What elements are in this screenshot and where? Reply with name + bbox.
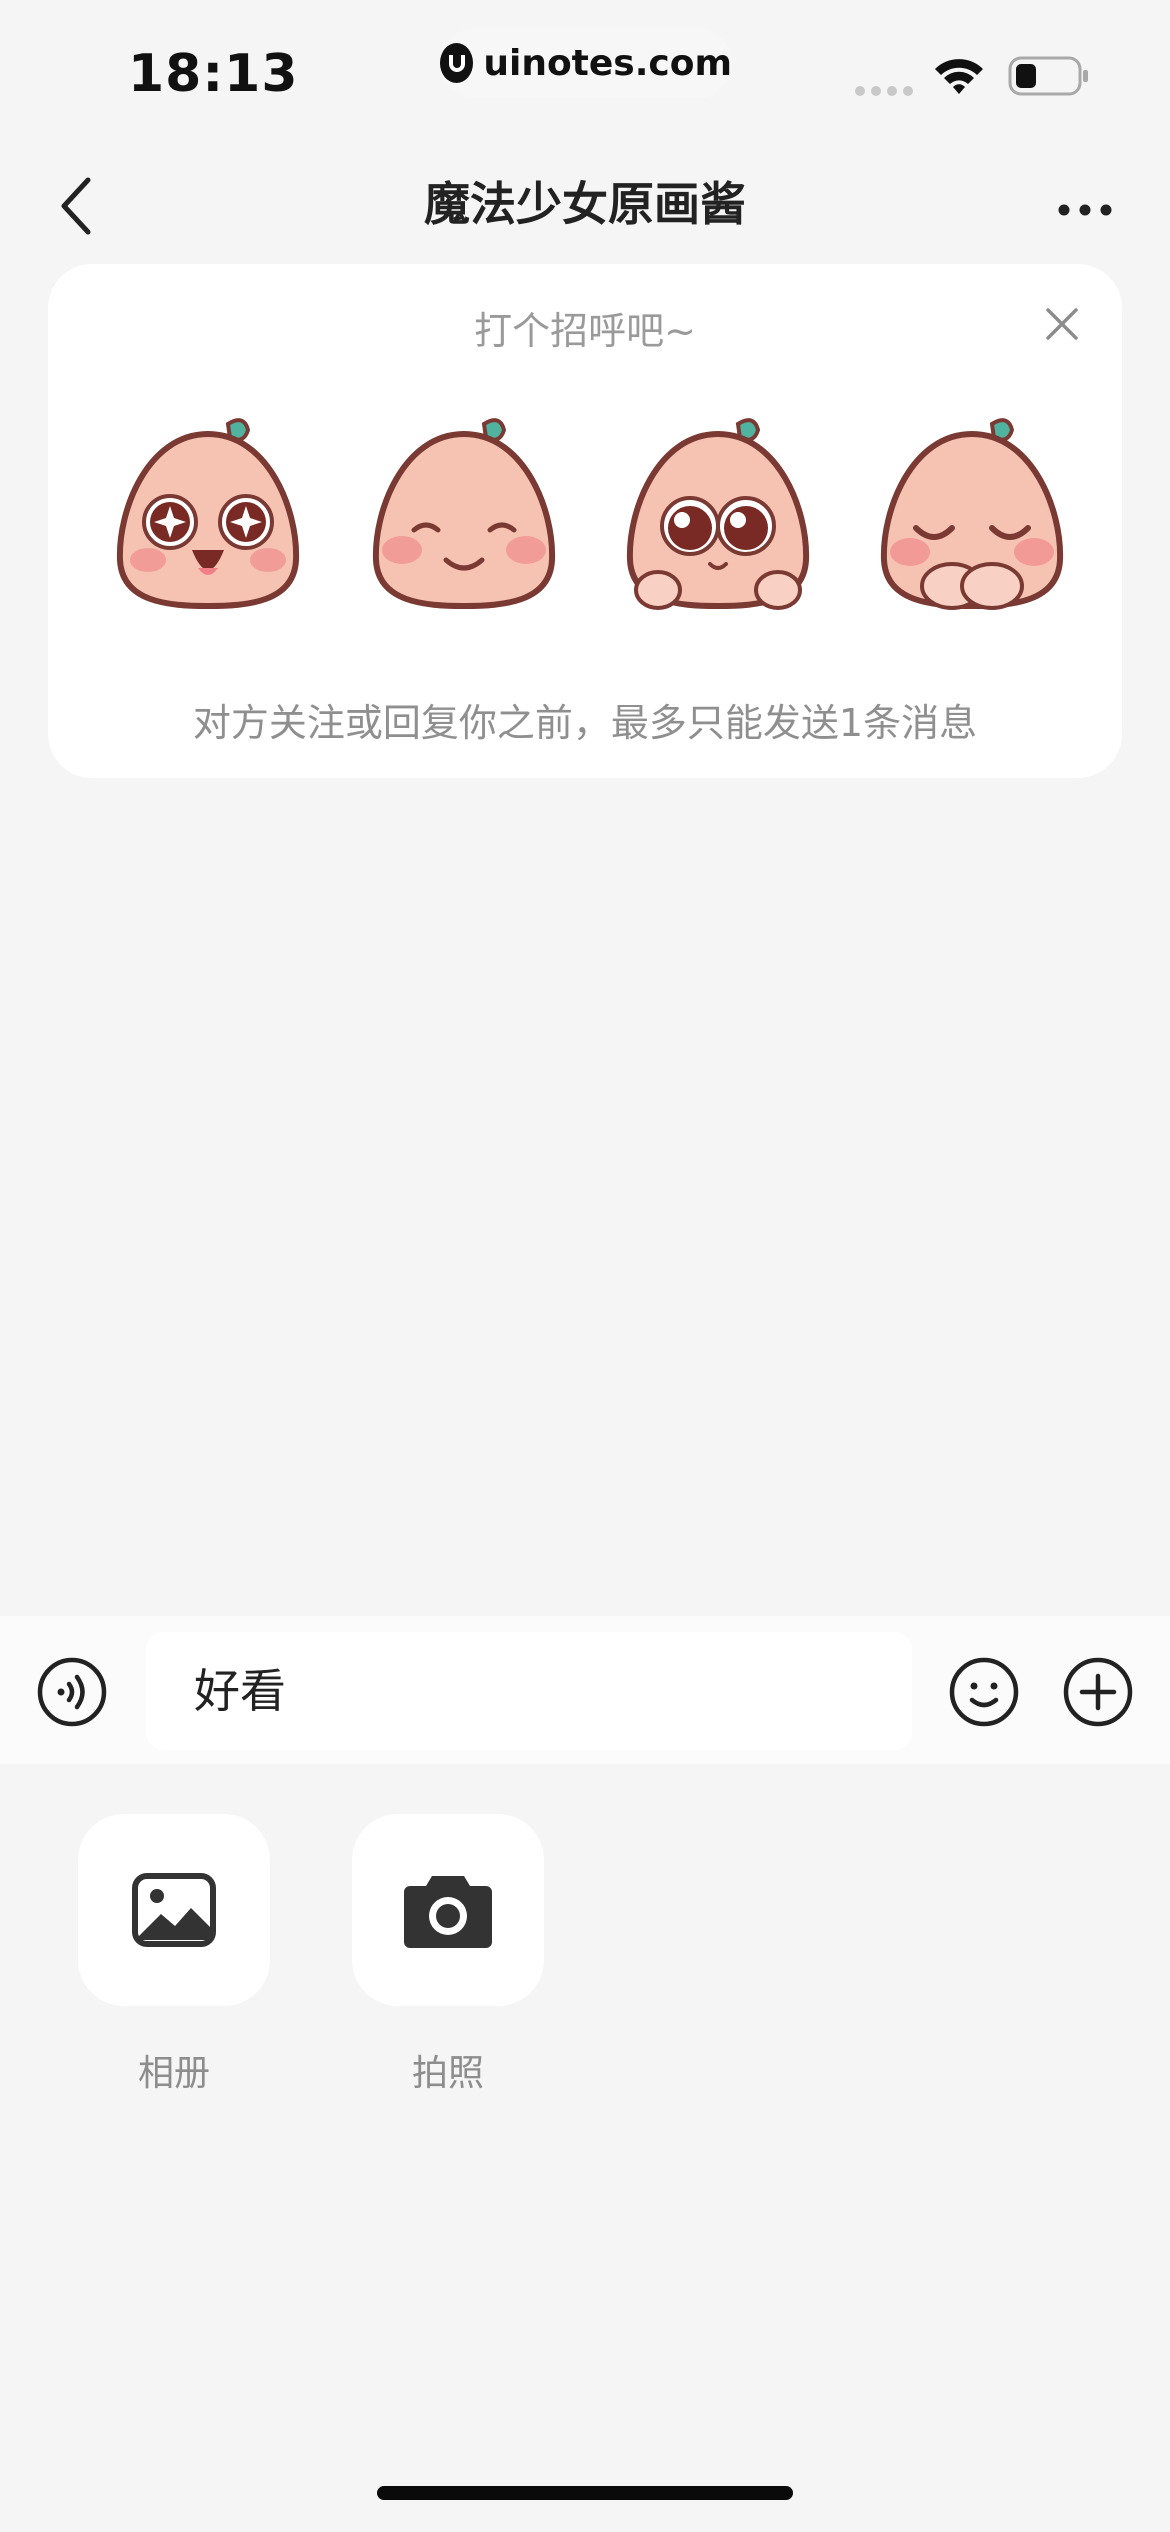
camera-tile[interactable] (352, 1814, 544, 2006)
sticker-row (108, 410, 1068, 610)
extension-panel: 相册 拍照 (0, 1764, 1170, 2532)
sticker-shy[interactable] (872, 410, 1072, 610)
camera-label: 拍照 (411, 2053, 484, 2094)
album-icon (132, 1873, 216, 1947)
plus-icon[interactable] (1062, 1656, 1134, 1728)
sticker-big-eyes[interactable] (618, 410, 818, 610)
camera-button[interactable]: 拍照 (352, 1814, 544, 2096)
message-input[interactable]: 好看 (146, 1632, 912, 1750)
sticker-smile[interactable] (364, 410, 564, 610)
status-time: 18:13 (128, 44, 299, 104)
home-indicator[interactable] (377, 2486, 793, 2500)
input-bar: 好看 (0, 1616, 1170, 1764)
watermark-text: uinotes.com (483, 42, 732, 84)
watermark-logo-icon (440, 43, 474, 83)
camera-icon (404, 1876, 492, 1948)
message-limit-note: 对方关注或回复你之前，最多只能发送1条消息 (192, 701, 978, 745)
close-icon[interactable] (1038, 300, 1086, 348)
greeting-title: 打个招呼吧~ (474, 309, 696, 353)
page-title: 魔法少女原画酱 (424, 177, 746, 231)
battery-icon (1008, 56, 1088, 96)
album-button[interactable]: 相册 (78, 1814, 270, 2096)
album-label: 相册 (137, 2053, 210, 2094)
cellular-signal-icon (855, 86, 913, 96)
wifi-icon (935, 59, 983, 94)
greeting-card: 打个招呼吧~ 对方关注或回复你之前，最多只能发送1条消息 (48, 264, 1122, 778)
nav-bar: 魔法少女原画酱 (0, 140, 1170, 260)
more-dots-icon (1058, 204, 1112, 216)
watermark: uinotes.com (440, 28, 732, 98)
voice-icon[interactable] (36, 1656, 108, 1728)
sticker-starry-eyes[interactable] (108, 410, 308, 610)
album-tile[interactable] (78, 1814, 270, 2006)
more-button[interactable] (1040, 170, 1130, 250)
status-bar: 18:13 uinotes.com (0, 0, 1170, 140)
emoji-icon[interactable] (948, 1656, 1020, 1728)
